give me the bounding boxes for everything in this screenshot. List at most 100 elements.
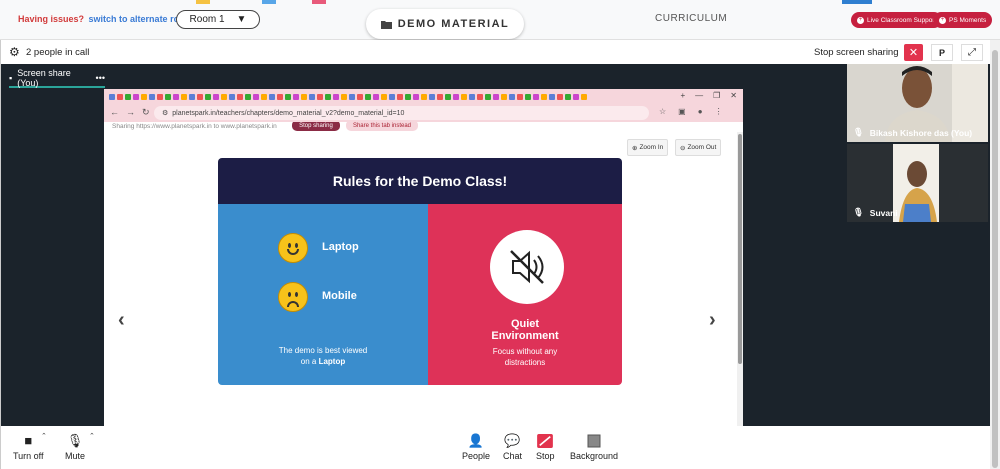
mic-options-caret-icon[interactable]: ⌃	[89, 432, 95, 440]
curriculum-tab[interactable]: CURRICULUM	[655, 13, 727, 24]
shared-browser-window: + — ❐ ✕ ← → ↻ ⚙ planetspark.in/teachers/…	[104, 89, 743, 426]
back-icon[interactable]: ←	[110, 107, 119, 118]
mic-muted-icon: 🎙	[853, 207, 864, 217]
close-icon: ✕	[908, 47, 919, 59]
best-viewed-line2: on a Laptop	[248, 356, 398, 367]
tab-favicon	[197, 93, 203, 100]
quiet-environment-subtitle: Focus without any distractions	[458, 346, 592, 368]
tab-favicon	[109, 93, 115, 100]
participant-name-suvani: 🎙 Suvani	[853, 207, 898, 218]
browser-tab-strip[interactable]	[104, 89, 743, 104]
stop-screen-sharing-label: Stop screen sharing	[814, 47, 899, 58]
more-icon[interactable]: •••	[96, 73, 105, 83]
tab-favicon	[285, 93, 291, 100]
live-support-button[interactable]: + Live Classroom Support	[851, 12, 943, 28]
ps-moments-button[interactable]: + PS Moments	[933, 12, 993, 28]
site-info-icon[interactable]: ⚙	[162, 109, 168, 117]
page-scrollbar[interactable]	[737, 132, 743, 426]
tab-favicon	[565, 93, 571, 100]
tab-favicon	[389, 93, 395, 100]
people-button[interactable]: 👤 People	[462, 433, 491, 462]
person-icon: 👤	[467, 433, 485, 448]
room-select[interactable]: Room 1 ▼	[176, 10, 260, 29]
call-frame: ⚙ 2 people in call Stop screen sharing ✕…	[0, 40, 991, 469]
stop-sharing-close-button[interactable]: ✕	[904, 44, 923, 61]
url-field[interactable]: ⚙ planetspark.in/teachers/chapters/demo_…	[154, 106, 649, 120]
best-viewed-note: The demo is best viewed on a Laptop	[248, 345, 398, 367]
demo-material-button[interactable]: DEMO MATERIAL	[366, 9, 524, 39]
tab-favicon	[517, 93, 523, 100]
best-viewed-line1: The demo is best viewed	[278, 346, 368, 355]
slide-left-panel: Laptop Mobile The demo is best viewed on…	[218, 204, 428, 385]
reload-icon[interactable]: ↻	[142, 107, 150, 118]
stop-label: Stop	[536, 451, 555, 461]
profile-icon[interactable]: ●	[698, 107, 703, 116]
minimize-icon[interactable]: —	[695, 91, 703, 100]
tab-favicon	[493, 93, 499, 100]
fullscreen-button[interactable]: ⤢	[961, 44, 983, 61]
zoom-out-label: Zoom Out	[687, 144, 717, 151]
tab-favicon	[213, 93, 219, 100]
plus-icon: +	[939, 16, 946, 24]
tab-favicon	[485, 93, 491, 100]
mic-icon: 🎙	[853, 127, 864, 137]
tab-favicon	[165, 93, 171, 100]
participant-tile-self[interactable]: 🎙 Bikash Kishore das (You)	[847, 64, 988, 142]
microphone-icon: 🎙	[66, 433, 84, 448]
page-scrollbar-thumb[interactable]	[738, 134, 742, 364]
tab-favicon	[229, 93, 235, 100]
tab-favicon	[117, 93, 123, 100]
tab-favicon	[125, 93, 131, 100]
camera-button[interactable]: ■ Turn off	[13, 434, 44, 462]
zoom-out-button[interactable]: ⊖ Zoom Out	[675, 139, 722, 156]
slide-title: Rules for the Demo Class!	[218, 158, 622, 204]
menu-icon[interactable]: ⋮	[715, 107, 723, 116]
tab-favicon	[149, 93, 155, 100]
bookmark-star-icon[interactable]: ☆	[659, 107, 666, 116]
live-support-label: Live Classroom Support	[867, 16, 937, 24]
tab-favicon	[421, 93, 427, 100]
close-icon[interactable]: ✕	[730, 91, 737, 100]
stop-sharing-button[interactable]: Stop sharing	[292, 122, 340, 131]
gear-icon[interactable]: ⚙	[9, 45, 20, 59]
background-button[interactable]: Background	[570, 434, 618, 461]
slide: Rules for the Demo Class! Laptop Mobile …	[218, 158, 622, 385]
speaker-muted-svg	[510, 250, 544, 284]
screen-share-tab[interactable]: ▪ Screen share (You) •••	[9, 68, 105, 88]
tab-favicon	[341, 93, 347, 100]
tab-favicon	[357, 93, 363, 100]
next-slide-arrow[interactable]: ›	[709, 309, 716, 332]
on-a-text: on a	[300, 357, 317, 366]
people-label: People	[462, 451, 491, 461]
tab-favicon	[181, 93, 187, 100]
tab-favicon	[205, 93, 211, 100]
people-count: 2 people in call	[26, 47, 90, 58]
tab-favicon	[365, 93, 371, 100]
quiet-environment-title: Quiet Environment	[458, 318, 592, 342]
window-scrollbar-thumb[interactable]	[992, 50, 998, 468]
stop-share-button[interactable]: Stop	[536, 434, 555, 461]
window-controls: + — ❐ ✕	[680, 91, 737, 100]
tab-favicon	[309, 93, 315, 100]
nav-buttons: ← → ↻	[110, 107, 150, 118]
quiet-line2: Environment	[491, 330, 559, 342]
mic-button[interactable]: 🎙 Mute	[65, 433, 85, 462]
decor-strip-blue	[262, 0, 276, 4]
sharing-text: Sharing https://www.planetspark.in to ww…	[112, 123, 277, 130]
camera-options-caret-icon[interactable]: ⌃	[41, 432, 47, 440]
pip-button[interactable]: P	[931, 44, 953, 61]
tab-favicon	[245, 93, 251, 100]
previous-slide-arrow[interactable]: ‹	[118, 309, 125, 332]
forward-icon[interactable]: →	[126, 107, 135, 118]
share-tab-instead-button[interactable]: Share this tab instead	[346, 122, 418, 131]
extensions-icon[interactable]: ▣	[678, 107, 686, 116]
tab-favicon	[293, 93, 299, 100]
window-scrollbar[interactable]	[990, 40, 1000, 469]
tab-favicon	[413, 93, 419, 100]
room-label: Room 1	[189, 14, 225, 25]
restore-icon[interactable]: ❐	[713, 91, 720, 100]
new-tab-icon[interactable]: +	[680, 91, 685, 100]
chat-button[interactable]: 💬 Chat	[503, 434, 522, 462]
zoom-in-button[interactable]: ⊕ Zoom In	[627, 139, 669, 156]
participant-tile-suvani[interactable]: 🎙 Suvani	[847, 144, 988, 222]
